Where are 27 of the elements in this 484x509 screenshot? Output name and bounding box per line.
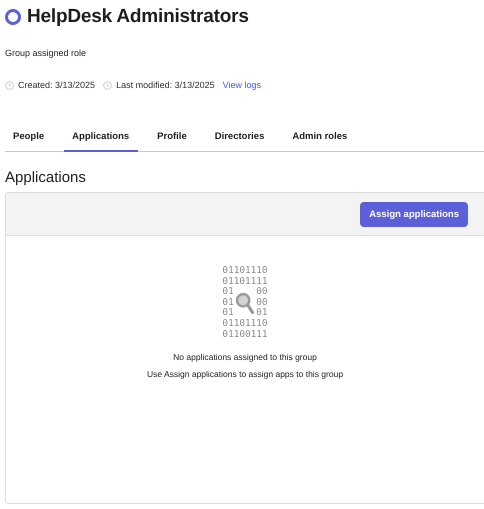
modified-date: Last modified: 3/13/2025 — [116, 80, 215, 90]
binary-digits: 00 — [256, 287, 268, 298]
tab[interactable]: Directories — [206, 125, 274, 152]
binary-digits: 01 — [222, 298, 234, 308]
binary-digits: 01 — [256, 308, 268, 319]
created-date: Created: 3/13/2025 — [18, 80, 96, 90]
section-heading: Applications — [5, 169, 87, 186]
clock-icon — [103, 80, 112, 90]
tab[interactable]: Profile — [149, 125, 196, 152]
binary-digits: 01 — [222, 287, 234, 298]
tab[interactable]: People — [5, 125, 54, 152]
tab[interactable]: Applications — [64, 125, 138, 152]
ring-icon — [5, 9, 21, 25]
view-logs-link[interactable]: View logs — [222, 80, 261, 90]
empty-hint: Use Assign applications to assign apps to this group — [146, 369, 344, 380]
clock-icon — [5, 80, 14, 90]
binary-digits: 01101110 — [222, 318, 268, 330]
binary-digits: 01101111 — [222, 276, 268, 287]
empty-message: No applications assigned to this group — [173, 352, 317, 362]
subtitle: Group assigned role — [5, 48, 88, 58]
binary-digits: 01101110 — [222, 266, 268, 277]
binary-digits: 01 — [222, 308, 234, 319]
binary-digits: 01100111 — [222, 330, 268, 340]
assign-applications-button[interactable]: Assign applications — [360, 202, 468, 226]
page-title: HelpDesk Administrators — [27, 6, 249, 28]
tab[interactable]: Admin roles — [284, 125, 356, 152]
binary-digits: 00 — [256, 298, 268, 308]
